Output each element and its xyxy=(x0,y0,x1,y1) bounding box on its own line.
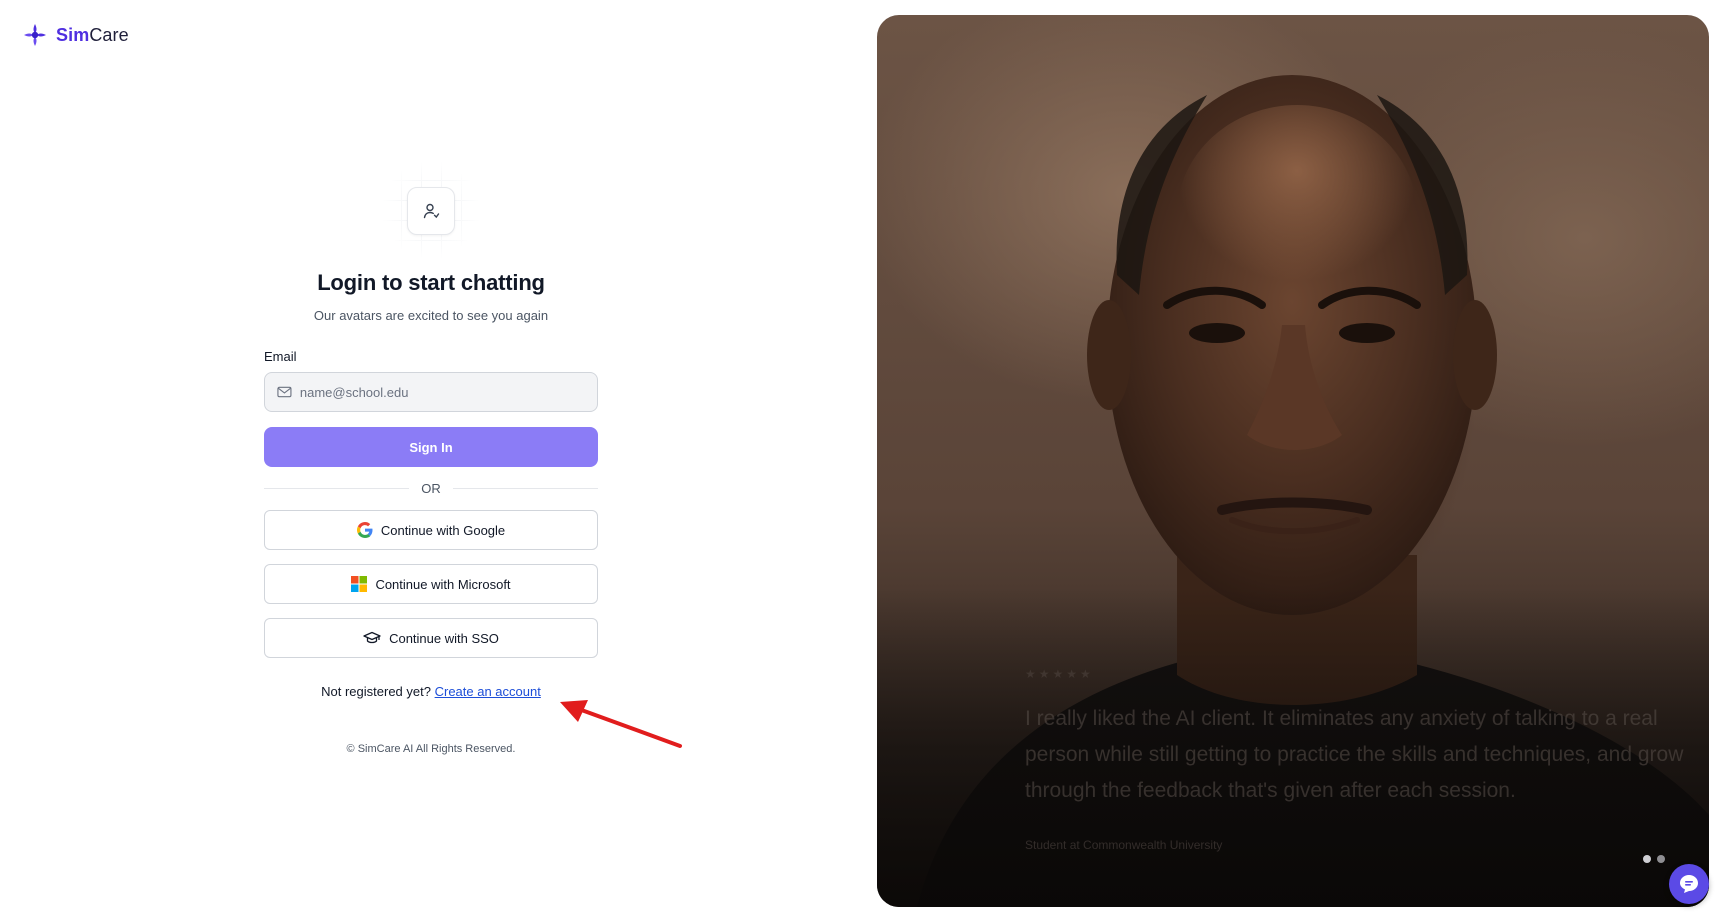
email-label: Email xyxy=(264,349,297,364)
testimonial-rating: ★★★★★ xyxy=(1025,667,1094,681)
continue-with-sso-button[interactable]: Continue with SSO xyxy=(264,618,598,658)
chat-icon xyxy=(1680,875,1698,893)
brand-name: SimCare xyxy=(56,25,129,46)
testimonial-quote: I really liked the AI client. It elimina… xyxy=(1025,707,1684,802)
hero-image-panel: ★★★★★ I really liked the AI client. It e… xyxy=(877,15,1709,907)
email-input[interactable] xyxy=(299,384,597,400)
google-button-label: Continue with Google xyxy=(380,522,506,538)
copyright-text: © SimCare AI All Rights Reserved. xyxy=(346,743,516,755)
register-prompt-text: Not registered yet? xyxy=(321,684,431,699)
google-icon xyxy=(356,522,373,538)
sign-in-button[interactable]: Sign In xyxy=(264,427,598,467)
graduation-cap-icon xyxy=(363,631,381,644)
red-arrow-annotation xyxy=(560,700,682,748)
page-subtitle: Our avatars are excited to see you again xyxy=(313,308,549,323)
carousel-dot-1[interactable] xyxy=(1643,855,1651,863)
testimonial-author: Student at Commonwealth University xyxy=(1025,838,1223,852)
page-title: Login to start chatting xyxy=(317,270,545,295)
simcare-logo[interactable]: SimCare xyxy=(22,22,129,48)
carousel-dots xyxy=(1643,855,1665,863)
or-text: OR xyxy=(421,481,441,496)
continue-with-microsoft-button[interactable]: Continue with Microsoft xyxy=(264,564,598,604)
brand-name-part1: Sim xyxy=(56,24,90,45)
brand-name-part2: Care xyxy=(89,24,129,45)
divider-line-right xyxy=(452,488,598,489)
header-icon-area xyxy=(264,160,598,260)
user-icon xyxy=(423,203,440,219)
simcare-logo-icon xyxy=(24,24,46,46)
mail-icon xyxy=(277,386,292,398)
or-divider: OR xyxy=(264,481,598,496)
login-panel: SimCare Login to start chatting Our avat… xyxy=(0,0,860,917)
register-prompt: Not registered yet? Create an account xyxy=(264,684,598,699)
microsoft-icon xyxy=(351,576,368,592)
user-icon-box xyxy=(407,187,455,235)
sso-button-label: Continue with SSO xyxy=(389,630,499,646)
microsoft-button-label: Continue with Microsoft xyxy=(375,576,511,592)
continue-with-google-button[interactable]: Continue with Google xyxy=(264,510,598,550)
create-account-link[interactable]: Create an account xyxy=(435,684,541,699)
email-field[interactable] xyxy=(264,372,598,412)
divider-line-left xyxy=(264,488,410,489)
carousel-dot-2[interactable] xyxy=(1657,855,1665,863)
login-form: Login to start chatting Our avatars are … xyxy=(264,160,598,755)
chat-launcher-button[interactable] xyxy=(1669,864,1709,904)
